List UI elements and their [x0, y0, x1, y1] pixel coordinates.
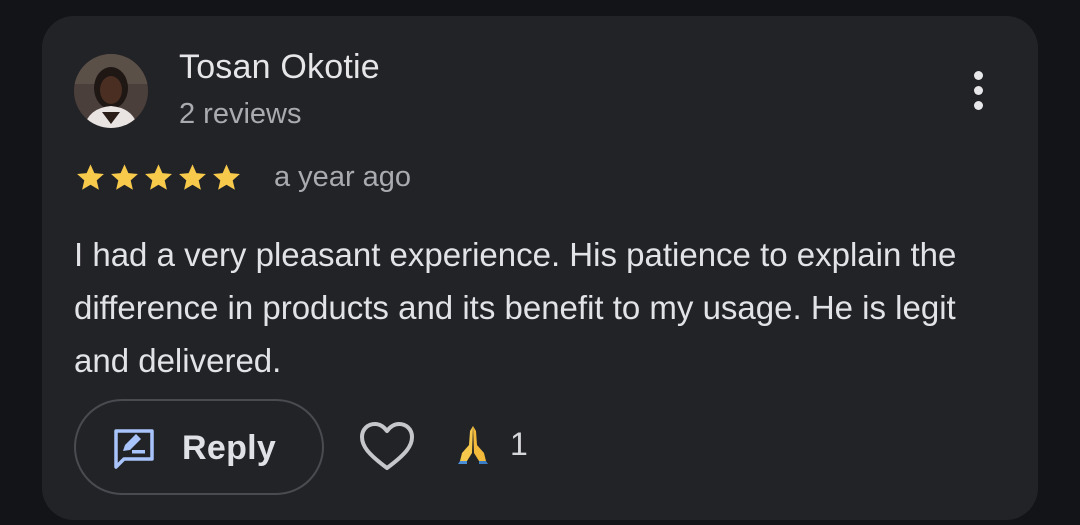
heart-icon[interactable] [358, 420, 416, 474]
star-rating [75, 162, 242, 193]
avatar-image [74, 54, 148, 128]
reply-label: Reply [182, 429, 277, 467]
reviewer-name[interactable]: Tosan Okotie [179, 48, 380, 87]
more-options-button[interactable] [954, 64, 1002, 116]
star-icon [145, 164, 172, 190]
star-icon [77, 164, 104, 190]
reviewer-review-count: 2 reviews [179, 98, 302, 130]
review-text: I had a very pleasant experience. His pa… [74, 236, 957, 379]
more-vert-icon-dot [973, 85, 983, 95]
reply-icon [114, 429, 154, 469]
more-vert-icon-dot [973, 70, 983, 80]
star-icon [213, 164, 240, 190]
review-card: Tosan Okotie 2 reviews a year ago I had … [42, 16, 1038, 520]
reaction-summary[interactable]: 1 [452, 423, 528, 465]
folded-hands-icon [458, 426, 488, 464]
reaction-count: 1 [510, 425, 528, 462]
star-icon [179, 164, 206, 190]
avatar[interactable] [74, 54, 148, 128]
star-icon [111, 164, 138, 190]
more-vert-icon-dot [973, 100, 983, 110]
reply-button[interactable]: Reply [74, 399, 324, 495]
review-time: a year ago [274, 161, 412, 193]
